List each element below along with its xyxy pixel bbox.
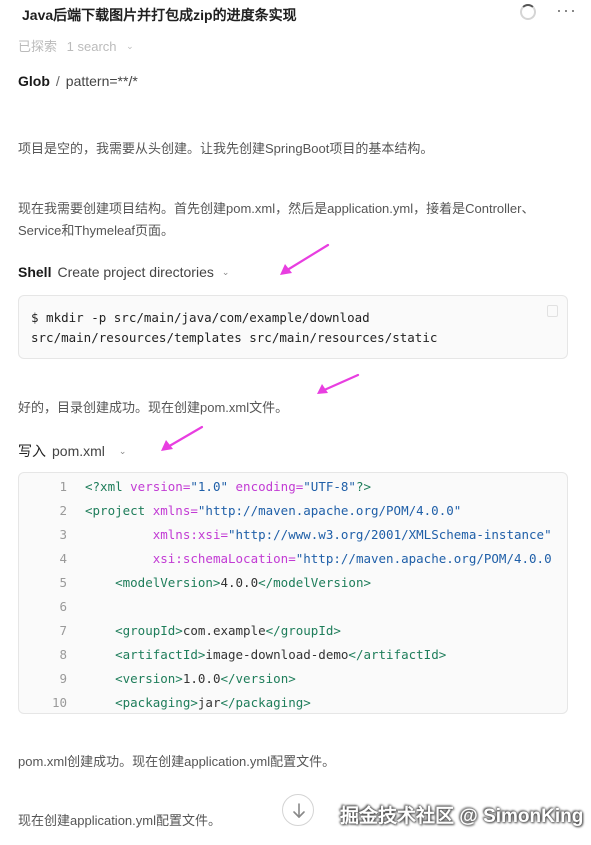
assistant-message-4: pom.xml创建成功。现在创建application.yml配置文件。 xyxy=(18,754,336,769)
shell-command-line-1: $ mkdir -p src/main/java/com/example/dow… xyxy=(31,310,370,325)
annotation-arrow-icon xyxy=(317,373,360,394)
code-token: com.example xyxy=(182,623,266,638)
annotation-arrow-icon xyxy=(280,243,330,275)
code-line: 1 <?xml version="1.0" encoding="UTF-8"?> xyxy=(19,475,567,499)
scroll-to-bottom-button[interactable] xyxy=(282,794,314,826)
chevron-down-icon: ⌄ xyxy=(118,446,127,456)
shell-command-line-2: src/main/resources/templates src/main/re… xyxy=(31,330,438,345)
line-number: 3 xyxy=(59,527,67,542)
code-token: xsi:schemaLocation= xyxy=(152,551,296,566)
code-line: 7 <groupId>com.example</groupId> xyxy=(19,619,567,643)
code-line: 9 <version>1.0.0</version> xyxy=(19,667,567,691)
arrow-down-icon xyxy=(293,803,305,818)
annotation-arrow-icon xyxy=(161,425,204,451)
more-options-icon[interactable]: ··· xyxy=(556,0,577,21)
code-token: <version> xyxy=(85,671,183,686)
code-token: 4.0.0 xyxy=(220,575,259,590)
code-token: image-download-demo xyxy=(205,647,349,662)
line-number: 10 xyxy=(51,695,67,710)
watermark: 掘金技术社区 @ SimonKing xyxy=(340,806,584,827)
glob-pattern: pattern=**/* xyxy=(65,73,138,89)
assistant-message-1: 项目是空的，我需要从头创建。让我先创建SpringBoot项目的基本结构。 xyxy=(18,141,434,156)
chevron-down-icon: ⌄ xyxy=(221,267,230,277)
line-number: 9 xyxy=(59,671,67,686)
shell-tool-call[interactable]: Shell Create project directories ⌄ xyxy=(18,264,229,280)
loading-spinner-icon xyxy=(520,4,536,20)
line-number: 1 xyxy=(59,479,67,494)
code-token: xmlns= xyxy=(152,503,198,518)
code-token: <modelVersion> xyxy=(85,575,221,590)
code-token: ?> xyxy=(355,479,372,494)
write-tool-call[interactable]: 写入 pom.xml ⌄ xyxy=(18,441,126,461)
explored-summary[interactable]: 已探索 1 search ⌄ xyxy=(18,36,134,55)
title-bar: Java后端下载图片并打包成zip的进度条实现 ··· xyxy=(0,0,591,26)
code-token: <artifactId> xyxy=(85,647,206,662)
code-line: 4 xsi:schemaLocation="http://maven.apach… xyxy=(19,547,567,571)
code-token: </groupId> xyxy=(265,623,341,638)
assistant-message-3: 好的，目录创建成功。现在创建pom.xml文件。 xyxy=(18,400,289,415)
code-line: 6 xyxy=(19,595,567,619)
line-number: 5 xyxy=(59,575,67,590)
glob-tool-name: Glob xyxy=(18,73,50,89)
line-number: 8 xyxy=(59,647,67,662)
code-token: "1.0" xyxy=(190,479,236,494)
code-token: "http://www.w3.org/2001/XMLSchema-instan… xyxy=(228,527,552,542)
code-token: "UTF-8" xyxy=(303,479,356,494)
code-token: </packaging> xyxy=(220,695,311,710)
code-line: 3 xmlns:xsi="http://www.w3.org/2001/XMLS… xyxy=(19,523,567,547)
glob-tool-call[interactable]: Glob / pattern=**/* xyxy=(18,73,138,89)
line-number: 6 xyxy=(59,599,67,614)
code-token: <project xyxy=(85,503,153,518)
code-token: </artifactId> xyxy=(348,647,447,662)
explored-count: 1 search xyxy=(66,39,117,54)
code-token: jar xyxy=(197,695,221,710)
glob-separator: / xyxy=(55,73,60,89)
code-preview: 1 <?xml version="1.0" encoding="UTF-8"?> … xyxy=(18,472,568,714)
code-token: </version> xyxy=(220,671,296,686)
code-line: 2 <project xmlns="http://maven.apache.org… xyxy=(19,499,567,523)
code-line: 5 <modelVersion>4.0.0</modelVersion> xyxy=(19,571,567,595)
code-token: 1.0.0 xyxy=(182,671,221,686)
write-filename: pom.xml xyxy=(52,443,105,459)
code-token: version= xyxy=(130,479,191,494)
code-token: encoding= xyxy=(235,479,304,494)
code-token: <groupId> xyxy=(85,623,183,638)
shell-tool-name: Shell xyxy=(18,264,52,280)
chevron-down-icon: ⌄ xyxy=(126,41,134,51)
code-token: "http://maven.apache.org/POM/4.0.0" xyxy=(197,503,462,518)
code-line: 10 <packaging>jar</packaging> xyxy=(19,691,567,713)
code-token: "http://maven.apache.org/POM/4.0.0 xyxy=(295,551,552,566)
code-token: <?xml xyxy=(85,479,131,494)
shell-command-block: $ mkdir -p src/main/java/com/example/dow… xyxy=(18,295,568,359)
code-token: xmlns:xsi= xyxy=(152,527,228,542)
code-token: <packaging> xyxy=(85,695,198,710)
conversation-title: Java后端下载图片并打包成zip的进度条实现 xyxy=(22,7,297,23)
shell-description: Create project directories xyxy=(57,264,214,280)
write-tool-name: 写入 xyxy=(18,443,46,459)
code-line: 8 <artifactId>image-download-demo</artif… xyxy=(19,643,567,667)
code-token: </modelVersion> xyxy=(258,575,371,590)
copy-icon[interactable] xyxy=(547,305,558,317)
assistant-message-2: 现在我需要创建项目结构。首先创建pom.xml，然后是application.y… xyxy=(18,201,535,238)
line-number: 4 xyxy=(59,551,67,566)
line-number: 2 xyxy=(59,503,67,518)
explored-label: 已探索 xyxy=(18,39,58,54)
line-number: 7 xyxy=(59,623,67,638)
